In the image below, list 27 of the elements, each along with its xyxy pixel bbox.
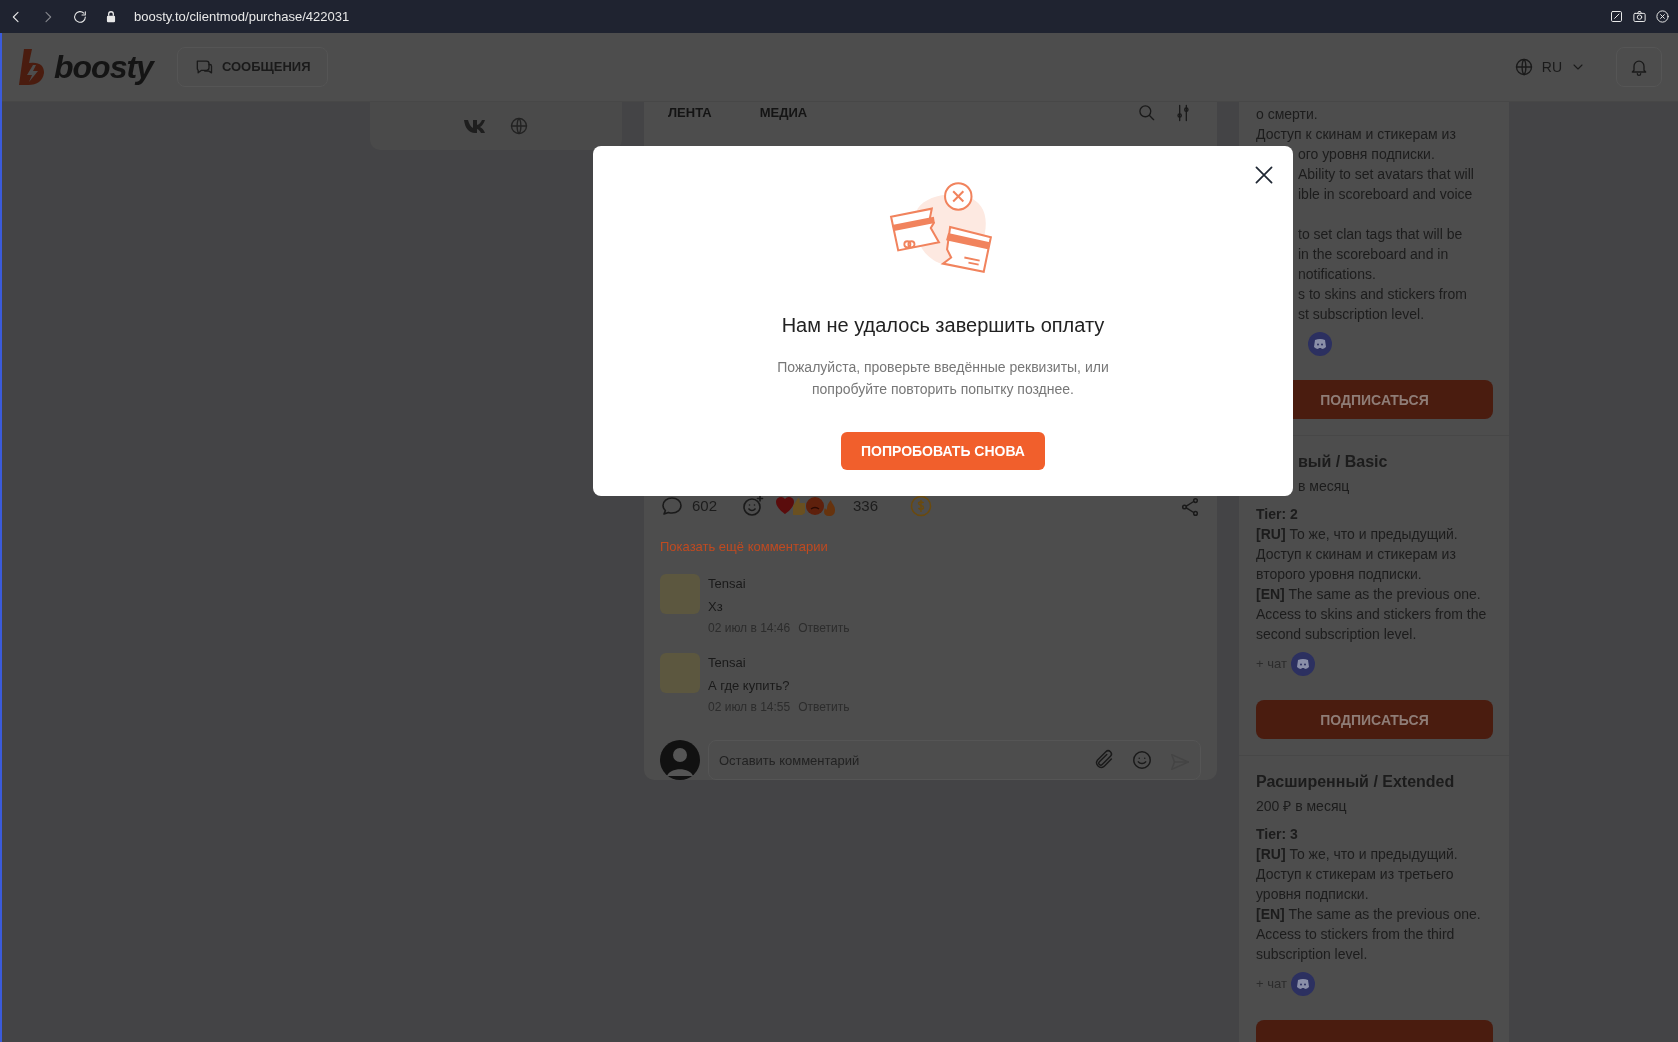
add-reaction-icon[interactable] [741, 494, 766, 518]
lock-icon [104, 9, 118, 24]
url-text[interactable]: boosty.to/clientmod/purchase/422031 [134, 6, 350, 27]
camera-icon[interactable] [1632, 9, 1647, 24]
show-more-link[interactable]: Показать ещё комментарии [660, 539, 828, 554]
subscribe-button[interactable]: ПОДПИСАТЬСЯ [1256, 700, 1493, 739]
chat-icon[interactable] [1290, 972, 1315, 996]
dialog-title: Нам не удалось завершить оплату [781, 313, 1105, 338]
comment-icon[interactable] [660, 494, 684, 518]
edit-icon[interactable] [1609, 9, 1624, 24]
chat-icon[interactable] [1308, 332, 1332, 356]
notifications-button[interactable] [1616, 47, 1662, 87]
search-icon[interactable] [1137, 102, 1157, 123]
paperclip-icon[interactable] [1093, 749, 1115, 771]
emoji-icon[interactable] [1131, 749, 1153, 771]
logo-text[interactable]: boosty [54, 43, 153, 91]
dialog-message: Пожалуйста, проверьте введённые реквизиты, или попробуйте повторить попытку позднее. [776, 358, 1110, 399]
reactions-drawing[interactable] [773, 495, 838, 517]
globe-icon [1513, 57, 1534, 77]
chat-icon[interactable] [1290, 652, 1315, 676]
close-icon[interactable] [1655, 9, 1670, 24]
feed-tab[interactable]: МЕДИА [759, 103, 808, 123]
feed-tab[interactable]: ЛЕНТА [668, 103, 712, 123]
share-icon[interactable] [1179, 495, 1201, 518]
reload-icon[interactable] [72, 8, 88, 25]
coin-icon[interactable] [910, 495, 933, 517]
retry-button[interactable]: ПОПРОБОВАТЬ СНОВА [841, 432, 1045, 470]
